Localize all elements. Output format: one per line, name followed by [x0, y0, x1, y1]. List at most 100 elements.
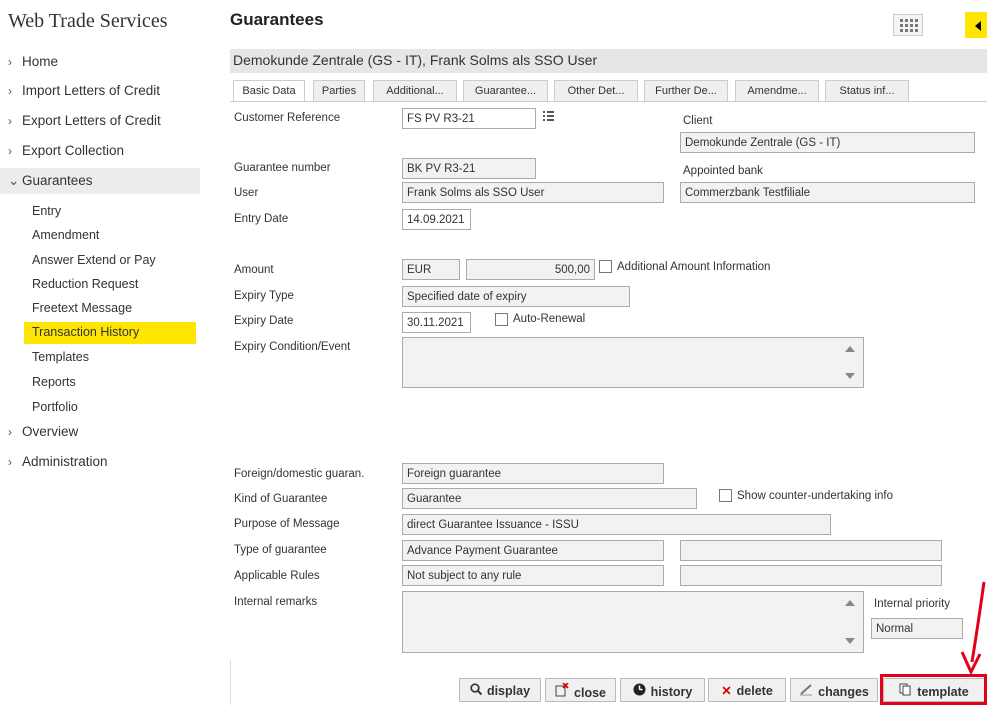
collapse-panel-button[interactable]	[965, 12, 987, 38]
search-icon	[470, 683, 483, 698]
template-highlight-annotation	[880, 674, 987, 705]
scroll-up-icon[interactable]	[845, 600, 855, 606]
close-button-label: close	[574, 686, 606, 700]
type-of-guarantee-field: Advance Payment Guarantee	[402, 540, 664, 561]
type-of-guarantee-extra-field	[680, 540, 942, 561]
close-button[interactable]: close	[545, 678, 616, 702]
sidebar-item-label: Import Letters of Credit	[22, 83, 161, 98]
red-arrow-annotation	[960, 581, 986, 675]
internal-priority-label: Internal priority	[874, 598, 951, 610]
sidebar-item-entry[interactable]: Entry	[32, 204, 61, 218]
auto-renewal-checkbox[interactable]	[495, 313, 508, 326]
tab-divider	[230, 101, 987, 102]
sidebar-item-overview[interactable]: › Overview	[8, 424, 78, 439]
guarantee-number-field: BK PV R3-21	[402, 158, 536, 179]
chevron-right-icon: ›	[8, 114, 12, 128]
chevron-right-icon: ›	[8, 425, 12, 439]
changes-button[interactable]: changes	[790, 678, 878, 702]
applicable-rules-extra-field	[680, 565, 942, 586]
sidebar-item-templates[interactable]: Templates	[32, 350, 89, 364]
scroll-down-icon[interactable]	[845, 373, 855, 379]
guarantee-number-label: Guarantee number	[234, 162, 331, 174]
sidebar-item-freetext-message[interactable]: Freetext Message	[32, 301, 132, 315]
sidebar-item-label: Administration	[22, 454, 108, 469]
grid-icon	[900, 19, 918, 32]
history-button-label: history	[650, 685, 693, 699]
user-label: User	[234, 187, 259, 199]
tab-further-details[interactable]: Further De...	[644, 80, 728, 101]
changes-button-label: changes	[818, 685, 869, 699]
sidebar-item-home[interactable]: › Home	[8, 54, 58, 69]
chevron-right-icon: ›	[8, 84, 12, 98]
app-title: Web Trade Services	[8, 10, 168, 32]
sidebar-group-label: Guarantees	[22, 173, 93, 188]
tab-additional[interactable]: Additional...	[373, 80, 457, 101]
expiry-date-label: Expiry Date	[234, 315, 294, 327]
amount-currency-field: EUR	[402, 259, 460, 280]
tab-basic-data[interactable]: Basic Data	[233, 80, 305, 101]
amount-label: Amount	[234, 264, 274, 276]
expiry-type-label: Expiry Type	[234, 290, 294, 302]
internal-remarks-textarea[interactable]	[402, 591, 864, 653]
sidebar-item-answer-extend[interactable]: Answer Extend or Pay	[32, 253, 156, 267]
applicable-rules-field: Not subject to any rule	[402, 565, 664, 586]
arrow-left-icon	[975, 21, 981, 31]
sidebar-item-export-collection[interactable]: › Export Collection	[8, 143, 124, 158]
sidebar-item-label: Home	[22, 54, 59, 69]
expiry-date-field: 30.11.2021	[402, 312, 471, 333]
amount-value-field: 500,00	[466, 259, 595, 280]
sidebar-item-administration[interactable]: › Administration	[8, 454, 108, 469]
tab-parties[interactable]: Parties	[313, 80, 365, 101]
foreign-domestic-label: Foreign/domestic guaran.	[234, 468, 365, 480]
customer-reference-field[interactable]: FS PV R3-21	[402, 108, 536, 129]
scroll-down-icon[interactable]	[845, 638, 855, 644]
sidebar-item-transaction-history[interactable]: Transaction History	[24, 322, 196, 344]
type-of-guarantee-label: Type of guarantee	[234, 544, 327, 556]
chevron-right-icon: ›	[8, 144, 12, 158]
sidebar-item-label: Overview	[22, 424, 79, 439]
auto-renewal-label: Auto-Renewal	[513, 313, 586, 325]
sidebar-item-amendment[interactable]: Amendment	[32, 228, 99, 242]
show-counter-label: Show counter-undertaking info	[737, 490, 893, 502]
tab-amendments[interactable]: Amendme...	[735, 80, 819, 101]
client-field: Demokunde Zentrale (GS - IT)	[680, 132, 975, 153]
grid-menu-button[interactable]	[893, 14, 923, 36]
history-icon	[633, 683, 646, 699]
chevron-down-icon: ⌄	[8, 173, 20, 188]
sidebar-item-portfolio[interactable]: Portfolio	[32, 400, 78, 414]
tab-other-details[interactable]: Other Det...	[554, 80, 638, 101]
purpose-of-message-label: Purpose of Message	[234, 518, 340, 530]
additional-amount-label: Additional Amount Information	[617, 261, 771, 273]
internal-remarks-label: Internal remarks	[234, 596, 318, 608]
display-button-label: display	[486, 684, 531, 698]
sidebar-item-label: Export Collection	[22, 143, 125, 158]
applicable-rules-label: Applicable Rules	[234, 570, 320, 582]
purpose-of-message-field: direct Guarantee Issuance - ISSU	[402, 514, 831, 535]
delete-button[interactable]: ✕ delete	[708, 678, 786, 702]
chevron-right-icon: ›	[8, 55, 12, 69]
sidebar-item-reports[interactable]: Reports	[32, 375, 76, 389]
additional-amount-checkbox[interactable]	[599, 260, 612, 273]
client-label: Client	[683, 115, 713, 127]
sidebar-item-export-lc[interactable]: › Export Letters of Credit	[8, 113, 161, 128]
appointed-bank-field: Commerzbank Testfiliale	[680, 182, 975, 203]
tab-status-info[interactable]: Status inf...	[825, 80, 909, 101]
chevron-right-icon: ›	[8, 455, 12, 469]
history-button[interactable]: history	[620, 678, 705, 702]
customer-reference-label: Customer Reference	[234, 112, 341, 124]
scroll-up-icon[interactable]	[845, 346, 855, 352]
entry-date-label: Entry Date	[234, 213, 289, 225]
sidebar-item-reduction-request[interactable]: Reduction Request	[32, 277, 138, 291]
delete-icon: ✕	[721, 684, 732, 698]
expiry-condition-textarea[interactable]	[402, 337, 864, 388]
appointed-bank-label: Appointed bank	[683, 165, 763, 177]
show-counter-checkbox[interactable]	[719, 489, 732, 502]
foreign-domestic-field: Foreign guarantee	[402, 463, 664, 484]
sidebar-item-import-lc[interactable]: › Import Letters of Credit	[8, 83, 160, 98]
page-title: Guarantees	[230, 10, 324, 29]
list-icon[interactable]	[541, 109, 555, 123]
display-button[interactable]: display	[459, 678, 541, 702]
changes-icon	[799, 683, 813, 699]
sidebar-group-guarantees[interactable]: ⌄ Guarantees	[0, 168, 200, 194]
tab-guarantee[interactable]: Guarantee...	[463, 80, 548, 101]
